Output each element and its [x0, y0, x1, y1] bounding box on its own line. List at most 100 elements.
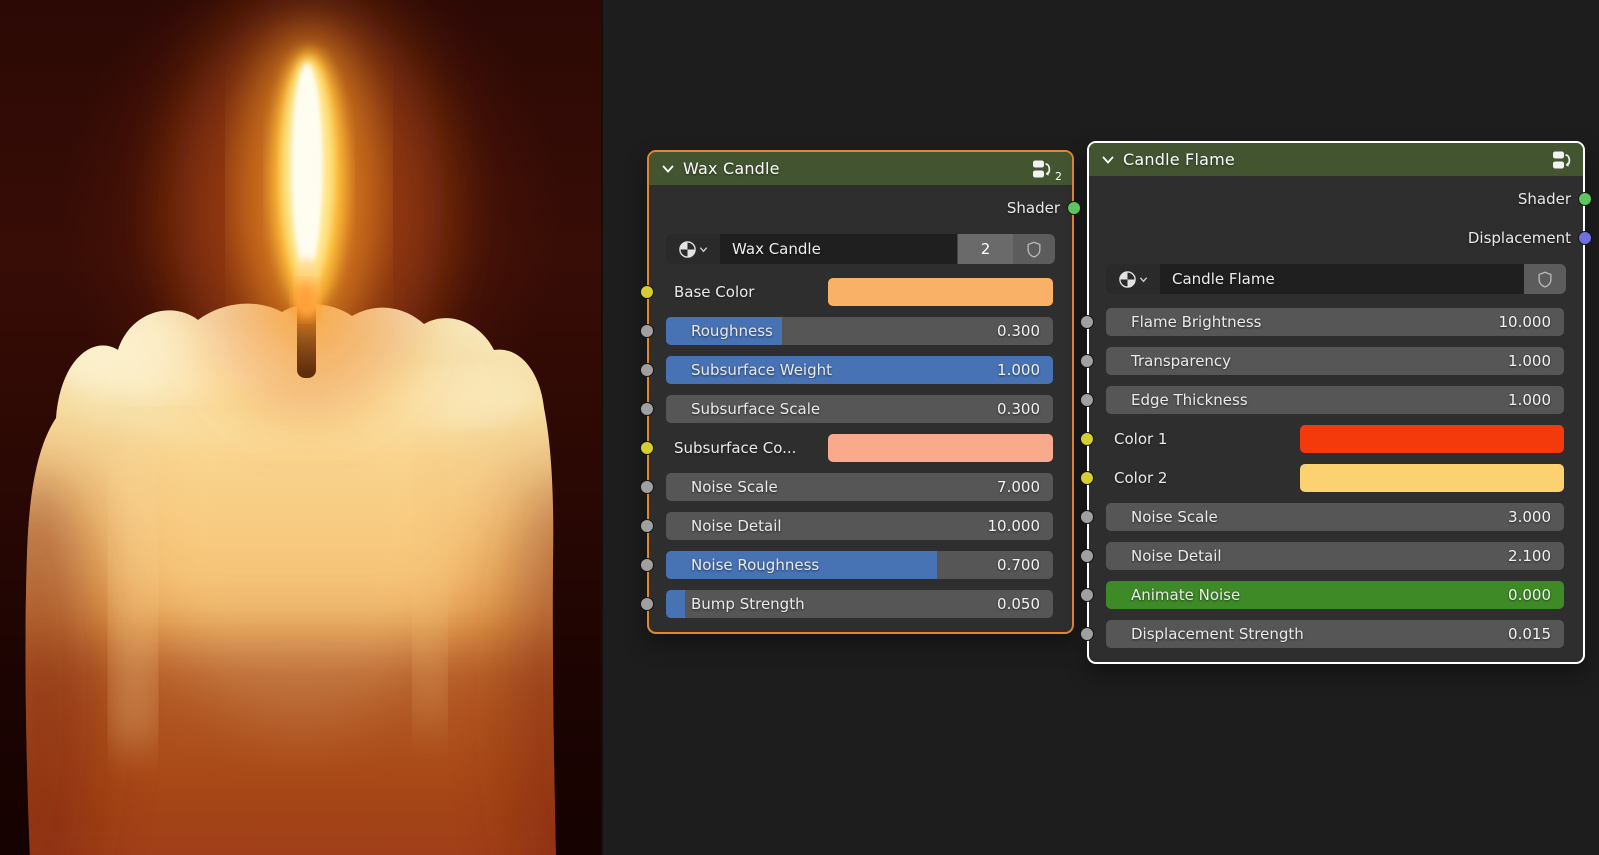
output-row-shader: Shader [1089, 186, 1592, 212]
blender-window: Wax Candle 2 Shader Wax Candle 2 Base Co… [0, 0, 1599, 855]
input-row-subsurface-weight: Subsurface Weight 1.000 [640, 356, 1053, 384]
node-header[interactable]: Candle Flame [1089, 143, 1583, 176]
material-sphere-icon [1119, 270, 1136, 288]
socket-input[interactable] [640, 519, 654, 533]
socket-input[interactable] [640, 597, 654, 611]
value-slider[interactable]: Transparency 1.000 [1106, 347, 1564, 375]
node-candle-flame[interactable]: Candle Flame Shader Displacement Candle … [1080, 141, 1592, 664]
group-name-row: Wax Candle 2 [666, 234, 1055, 264]
input-label: Noise Scale [691, 478, 778, 496]
fake-user-button[interactable] [1524, 264, 1566, 294]
material-browse-button[interactable] [1106, 264, 1160, 294]
input-label: Edge Thickness [1131, 391, 1248, 409]
socket-input[interactable] [640, 558, 654, 572]
material-browse-button[interactable] [666, 234, 720, 264]
input-row-noise-scale: Noise Scale 3.000 [1080, 503, 1564, 531]
fake-user-button[interactable] [1013, 234, 1055, 264]
candle-flame-glow [174, 0, 444, 420]
input-label: Noise Roughness [691, 556, 820, 574]
value-slider[interactable]: Displacement Strength 0.015 [1106, 620, 1564, 648]
input-label: Subsurface Weight [691, 361, 833, 379]
input-row-noise-roughness: Noise Roughness 0.700 [640, 551, 1053, 579]
node-wax-candle[interactable]: Wax Candle 2 Shader Wax Candle 2 Base Co… [640, 150, 1081, 634]
socket-output-shader[interactable] [1578, 192, 1592, 206]
value-slider[interactable]: Subsurface Scale 0.300 [666, 395, 1053, 423]
shield-icon [1027, 241, 1041, 258]
shader-node-editor[interactable]: Wax Candle 2 Shader Wax Candle 2 Base Co… [605, 0, 1599, 855]
socket-input[interactable] [640, 285, 654, 299]
socket-output-shader[interactable] [1067, 201, 1081, 215]
input-value: 0.700 [997, 556, 1040, 574]
value-slider[interactable]: Noise Detail 10.000 [666, 512, 1053, 540]
input-row-bump-strength: Bump Strength 0.050 [640, 590, 1053, 618]
group-name-field[interactable]: Candle Flame [1160, 264, 1524, 294]
input-label: Subsurface Co... [674, 439, 797, 457]
socket-input[interactable] [1080, 393, 1094, 407]
node-title: Wax Candle [683, 159, 780, 178]
socket-input[interactable] [1080, 627, 1094, 641]
socket-input[interactable] [1080, 510, 1094, 524]
color-swatch[interactable] [1300, 425, 1564, 453]
value-slider[interactable]: Edge Thickness 1.000 [1106, 386, 1564, 414]
value-slider[interactable]: Flame Brightness 10.000 [1106, 308, 1564, 336]
input-value: 7.000 [997, 478, 1040, 496]
socket-input[interactable] [1080, 549, 1094, 563]
input-row-roughness: Roughness 0.300 [640, 317, 1053, 345]
input-label: Displacement Strength [1131, 625, 1304, 643]
input-label: Subsurface Scale [691, 400, 821, 418]
socket-output-displacement[interactable] [1578, 231, 1592, 245]
input-label: Animate Noise [1131, 586, 1241, 604]
color-swatch[interactable] [1300, 464, 1564, 492]
value-slider[interactable]: Noise Roughness 0.700 [666, 551, 1053, 579]
material-sphere-icon [679, 240, 696, 258]
socket-input[interactable] [640, 402, 654, 416]
value-slider[interactable]: Noise Scale 3.000 [1106, 503, 1564, 531]
value-slider[interactable]: Subsurface Weight 1.000 [666, 356, 1053, 384]
input-label: Color 1 [1114, 430, 1168, 448]
output-label: Shader [1006, 199, 1060, 217]
output-label: Shader [1517, 190, 1571, 208]
socket-input[interactable] [1080, 432, 1094, 446]
value-slider[interactable]: Noise Detail 2.100 [1106, 542, 1564, 570]
input-label: Transparency [1131, 352, 1232, 370]
socket-input[interactable] [640, 480, 654, 494]
input-label: Flame Brightness [1131, 313, 1262, 331]
input-value: 3.000 [1508, 508, 1551, 526]
socket-input[interactable] [640, 324, 654, 338]
socket-input[interactable] [1080, 471, 1094, 485]
socket-input[interactable] [640, 441, 654, 455]
value-slider[interactable]: Bump Strength 0.050 [666, 590, 1053, 618]
value-slider[interactable]: Noise Scale 7.000 [666, 473, 1053, 501]
node-header[interactable]: Wax Candle 2 [649, 152, 1072, 185]
socket-input[interactable] [1080, 588, 1094, 602]
group-users-badge: 2 [1055, 170, 1062, 183]
input-value: 0.050 [997, 595, 1040, 613]
group-name-row: Candle Flame [1106, 264, 1566, 294]
value-slider-animated[interactable]: Animate Noise 0.000 [1106, 581, 1564, 609]
input-row-subsurface-color: Subsurface Co... [640, 434, 1053, 462]
node-group-icon [1553, 151, 1571, 168]
socket-input[interactable] [1080, 354, 1094, 368]
input-value: 1.000 [1508, 352, 1551, 370]
input-label: Roughness [691, 322, 773, 340]
viewport-3d-render[interactable] [0, 0, 603, 855]
output-row-shader: Shader [649, 195, 1081, 221]
color-swatch[interactable] [828, 278, 1053, 306]
input-row-color-2: Color 2 [1080, 464, 1564, 492]
input-value: 10.000 [1498, 313, 1552, 331]
collapse-chevron-icon[interactable] [1101, 153, 1115, 167]
color-swatch[interactable] [828, 434, 1053, 462]
input-row-noise-scale: Noise Scale 7.000 [640, 473, 1053, 501]
users-count-button[interactable]: 2 [957, 234, 1013, 264]
group-name-field[interactable]: Wax Candle [720, 234, 957, 264]
socket-input[interactable] [1080, 315, 1094, 329]
chevron-down-icon [1139, 276, 1148, 282]
value-slider[interactable]: Roughness 0.300 [666, 317, 1053, 345]
collapse-chevron-icon[interactable] [661, 162, 675, 176]
input-label: Noise Detail [1131, 547, 1222, 565]
input-row-transparency: Transparency 1.000 [1080, 347, 1564, 375]
socket-input[interactable] [640, 363, 654, 377]
input-row-base-color: Base Color [640, 278, 1053, 306]
input-value: 1.000 [1508, 391, 1551, 409]
output-row-displacement: Displacement [1089, 225, 1592, 251]
